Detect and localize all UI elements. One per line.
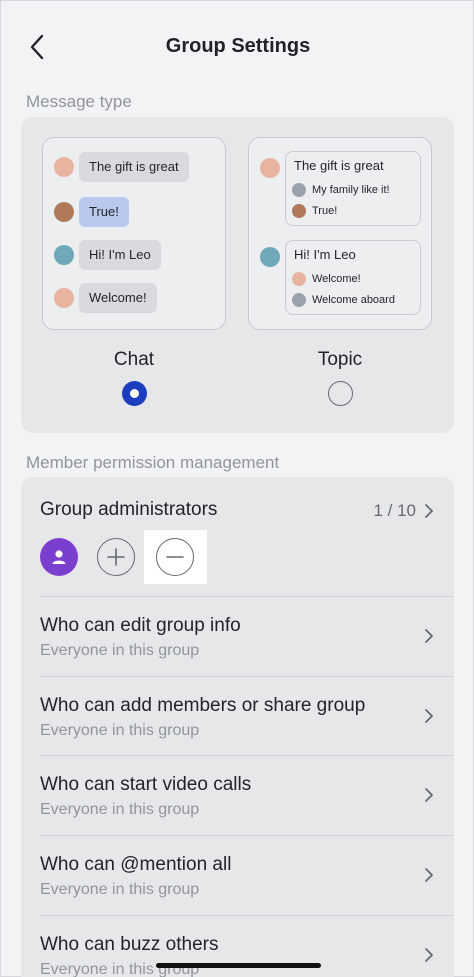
- reply-text: Welcome!: [312, 273, 361, 285]
- chevron-right-icon: [425, 788, 433, 802]
- avatar: [292, 272, 306, 286]
- row-title: Group administrators: [40, 499, 218, 520]
- row-title: Who can add members or share group: [40, 695, 366, 716]
- chat-bubble: Hi! I'm Leo: [79, 240, 161, 270]
- message-type-card: The gift is great True! Hi! I'm Leo Welc…: [21, 117, 454, 433]
- topic-card: Hi! I'm Leo Welcome! Welcome aboard: [285, 240, 421, 315]
- topic-reply: My family like it!: [292, 183, 390, 197]
- video-calls-row[interactable]: Who can start video calls Everyone in th…: [21, 756, 454, 835]
- avatar: [292, 293, 306, 307]
- chat-bubble: The gift is great: [79, 152, 189, 182]
- avatar: [54, 245, 74, 265]
- edit-group-info-row[interactable]: Who can edit group info Everyone in this…: [21, 597, 454, 676]
- topic-reply: True!: [292, 204, 337, 218]
- topic-title: Hi! I'm Leo: [294, 247, 356, 262]
- reply-text: My family like it!: [312, 184, 390, 196]
- avatar: [260, 158, 280, 178]
- row-title: Who can @mention all: [40, 854, 232, 875]
- mention-all-row[interactable]: Who can @mention all Everyone in this gr…: [21, 836, 454, 915]
- topic-title: The gift is great: [294, 158, 384, 173]
- chat-bubble: True!: [79, 197, 129, 227]
- message-type-label: Message type: [26, 92, 132, 111]
- topic-reply: Welcome aboard: [292, 293, 395, 307]
- minus-icon: [166, 556, 184, 558]
- topic-option-label: Topic: [317, 349, 363, 370]
- chevron-right-icon: [425, 868, 433, 882]
- permissions-label: Member permission management: [26, 453, 280, 472]
- group-admins-row[interactable]: Group administrators 1 / 10: [21, 477, 454, 596]
- plus-icon: [107, 548, 125, 566]
- chat-radio[interactable]: [122, 381, 147, 406]
- home-indicator[interactable]: [156, 963, 321, 968]
- avatar: [54, 157, 74, 177]
- chevron-right-icon: [425, 948, 433, 962]
- row-value: Everyone in this group: [40, 642, 200, 659]
- admin-avatar[interactable]: [40, 538, 78, 576]
- topic-preview[interactable]: The gift is great My family like it! Tru…: [248, 137, 432, 330]
- topic-radio[interactable]: [328, 381, 353, 406]
- settings-screen: Group Settings Message type The gift is …: [0, 0, 474, 977]
- row-value: Everyone in this group: [40, 881, 200, 898]
- row-title: Who can buzz others: [40, 934, 219, 955]
- page-title: Group Settings: [165, 35, 311, 57]
- row-value: Everyone in this group: [40, 722, 200, 739]
- chat-option-label: Chat: [113, 349, 155, 370]
- topic-reply: Welcome!: [292, 272, 361, 286]
- add-admin-button[interactable]: [97, 538, 135, 576]
- reply-text: Welcome aboard: [312, 294, 395, 306]
- person-icon: [52, 550, 66, 564]
- row-title: Who can edit group info: [40, 615, 241, 636]
- chevron-right-icon: [425, 709, 433, 723]
- remove-admin-button[interactable]: [156, 538, 194, 576]
- header: Group Settings: [1, 1, 474, 93]
- avatar: [54, 202, 74, 222]
- chat-preview[interactable]: The gift is great True! Hi! I'm Leo Welc…: [42, 137, 226, 330]
- avatar: [54, 288, 74, 308]
- chat-bubble: Welcome!: [79, 283, 157, 313]
- chevron-right-icon: [425, 629, 433, 643]
- avatar: [292, 204, 306, 218]
- avatar: [260, 247, 280, 267]
- admin-count: 1 / 10: [373, 501, 416, 520]
- topic-card: The gift is great My family like it! Tru…: [285, 151, 421, 226]
- add-members-row[interactable]: Who can add members or share group Every…: [21, 677, 454, 756]
- reply-text: True!: [312, 205, 338, 217]
- permissions-card: Group administrators 1 / 10 Who can edit…: [21, 477, 454, 977]
- row-value: Everyone in this group: [40, 801, 200, 818]
- row-title: Who can start video calls: [40, 774, 252, 795]
- avatar: [292, 183, 306, 197]
- chevron-right-icon: [425, 504, 433, 518]
